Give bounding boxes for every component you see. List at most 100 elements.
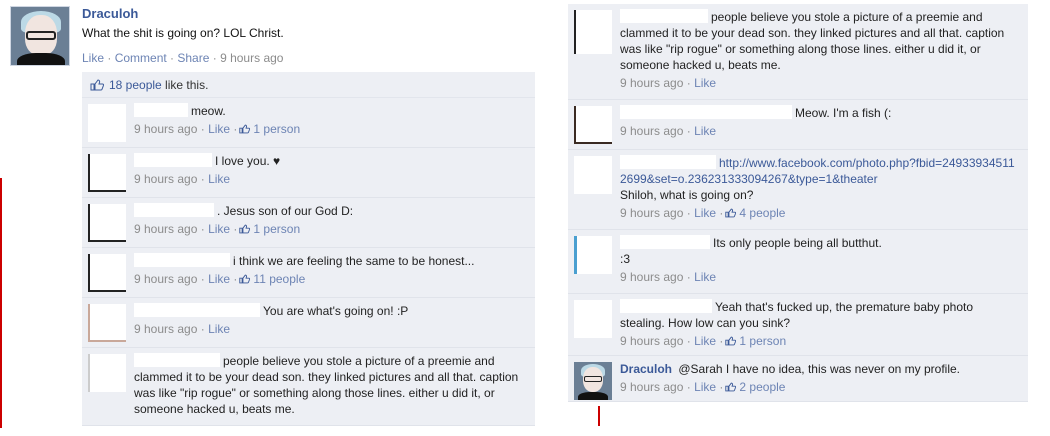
commenter-name-redacted[interactable] (620, 155, 716, 169)
comment-likes-link[interactable]: 1 person (739, 334, 786, 348)
comment-text: @Sarah I have no idea, this was never on… (678, 362, 961, 376)
comment-item: I love you. ♥ 9 hours ago · Like (82, 148, 535, 198)
commenter-avatar[interactable] (574, 106, 612, 144)
commenter-name-link[interactable]: Draculoh (620, 361, 672, 377)
comment-timestamp: 9 hours ago (620, 124, 684, 138)
comment-item: Yeah that's fucked up, the premature bab… (568, 294, 1028, 356)
comment-item: Its only people being all butthut. :3 9 … (568, 230, 1028, 294)
commenter-name-redacted[interactable] (620, 9, 708, 23)
comment-meta: 9 hours ago · Like · 1 person (134, 222, 301, 236)
red-margin-mark (598, 406, 600, 426)
commenter-name-redacted[interactable] (620, 235, 710, 249)
post-content: Draculoh What the shit is going on? LOL … (82, 6, 532, 65)
likes-summary: 18 people like this. (82, 72, 535, 98)
comment-text: Shiloh, what is going on? (620, 188, 754, 202)
comment-text: Meow. I'm a fish (: (795, 106, 892, 120)
comment-like-link[interactable]: Like (208, 272, 230, 286)
comment-item: Draculoh @Sarah I have no idea, this was… (568, 356, 1028, 402)
comment-timestamp: 9 hours ago (620, 334, 684, 348)
comment-text: . Jesus son of our God D: (217, 204, 354, 218)
comment-item: http://www.facebook.com/photo.php?fbid=2… (568, 150, 1028, 230)
comment-like-link[interactable]: Like (694, 76, 716, 90)
commenter-name-redacted[interactable] (134, 203, 214, 217)
comment-like-link[interactable]: Like (694, 334, 716, 348)
thumbs-up-icon (90, 79, 104, 91)
comment-like-link[interactable]: Like (208, 122, 230, 136)
post-meta: Like · Comment · Share · 9 hours ago (82, 51, 284, 65)
comment-timestamp: 9 hours ago (134, 222, 198, 236)
comment-timestamp: 9 hours ago (620, 206, 684, 220)
comment-text: Its only people being all butthut. (713, 236, 882, 250)
comment-meta: 9 hours ago · Like (134, 172, 231, 186)
comment-meta: 9 hours ago · Like (620, 124, 717, 138)
thumbs-up-icon (725, 382, 737, 392)
comment-like-link[interactable]: Like (694, 380, 716, 394)
post-message: What the shit is going on? LOL Christ. (82, 26, 284, 40)
author-avatar[interactable] (10, 6, 70, 66)
post-author-link[interactable]: Draculoh (82, 6, 532, 21)
commenter-avatar[interactable] (574, 10, 612, 54)
commenter-name-redacted[interactable] (134, 153, 212, 167)
commenter-avatar[interactable] (574, 156, 612, 194)
comment-text: I love you. ♥ (215, 154, 281, 168)
commenter-name-redacted[interactable] (620, 299, 712, 313)
red-margin-mark (0, 178, 2, 428)
comment-item: Meow. I'm a fish (: 9 hours ago · Like (568, 100, 1028, 150)
comment-text: You are what's going on! :P (263, 304, 409, 318)
comment-likes-link[interactable]: 1 person (253, 122, 300, 136)
commenter-avatar[interactable] (88, 154, 126, 192)
commenter-avatar[interactable] (574, 362, 612, 400)
thumbs-up-icon (725, 208, 737, 218)
comment-timestamp: 9 hours ago (620, 380, 684, 394)
right-column: people believe you stole a picture of a … (565, 0, 1035, 436)
like-post-link[interactable]: Like (82, 51, 104, 65)
comment-like-link[interactable]: Like (694, 270, 716, 284)
comment-timestamp: 9 hours ago (620, 270, 684, 284)
commenter-avatar[interactable] (574, 300, 612, 338)
commenter-name-redacted[interactable] (134, 303, 260, 317)
comment-timestamp: 9 hours ago (134, 272, 198, 286)
commenter-name-redacted[interactable] (134, 253, 230, 267)
thumbs-up-icon (239, 274, 251, 284)
commenter-name-redacted[interactable] (134, 103, 188, 117)
thumbs-up-icon (239, 124, 251, 134)
comment-timestamp: 9 hours ago (134, 322, 198, 336)
comment-timestamp: 9 hours ago (134, 172, 198, 186)
comment-text: i think we are feeling the same to be ho… (233, 254, 475, 268)
commenter-name-redacted[interactable] (134, 353, 220, 367)
comment-timestamp: 9 hours ago (620, 76, 684, 90)
comment-like-link[interactable]: Like (208, 322, 230, 336)
comment-like-link[interactable]: Like (208, 222, 230, 236)
thumbs-up-icon (725, 336, 737, 346)
comment-likes-link[interactable]: 1 person (253, 222, 300, 236)
commenter-avatar[interactable] (88, 254, 126, 292)
comment-likes-link[interactable]: 2 people (739, 380, 785, 394)
comment-likes-link[interactable]: 4 people (739, 206, 785, 220)
commenter-name-redacted[interactable] (620, 105, 792, 119)
comment-like-link[interactable]: Like (208, 172, 230, 186)
comment-meta: 9 hours ago · Like (620, 76, 717, 90)
comment-likes-link[interactable]: 11 people (253, 272, 305, 286)
commenter-avatar[interactable] (88, 104, 126, 142)
commenter-avatar[interactable] (88, 204, 126, 242)
comment-item: i think we are feeling the same to be ho… (82, 248, 535, 298)
thumbs-up-icon (239, 224, 251, 234)
comment-item: people believe you stole a picture of a … (568, 4, 1028, 100)
comment-like-link[interactable]: Like (694, 206, 716, 220)
comment-like-link[interactable]: Like (694, 124, 716, 138)
commenter-avatar[interactable] (88, 354, 126, 392)
comment-text: meow. (191, 104, 226, 118)
comment-meta: 9 hours ago · Like · 1 person (134, 122, 301, 136)
comment-item: meow. 9 hours ago · Like · 1 person (82, 98, 535, 148)
commenter-avatar[interactable] (574, 236, 612, 274)
comment-meta: 9 hours ago · Like (134, 322, 231, 336)
comment-meta: 9 hours ago · Like · 2 people (620, 380, 786, 394)
share-post-link[interactable]: Share (177, 51, 209, 65)
comment-timestamp: 9 hours ago (134, 122, 198, 136)
comment-meta: 9 hours ago · Like (620, 270, 717, 284)
comment-meta: 9 hours ago · Like · 4 people (620, 206, 786, 220)
comment-post-link[interactable]: Comment (115, 51, 167, 65)
likes-suffix: like this. (161, 78, 209, 92)
likes-count-link[interactable]: 18 people (109, 78, 162, 92)
commenter-avatar[interactable] (88, 304, 126, 342)
